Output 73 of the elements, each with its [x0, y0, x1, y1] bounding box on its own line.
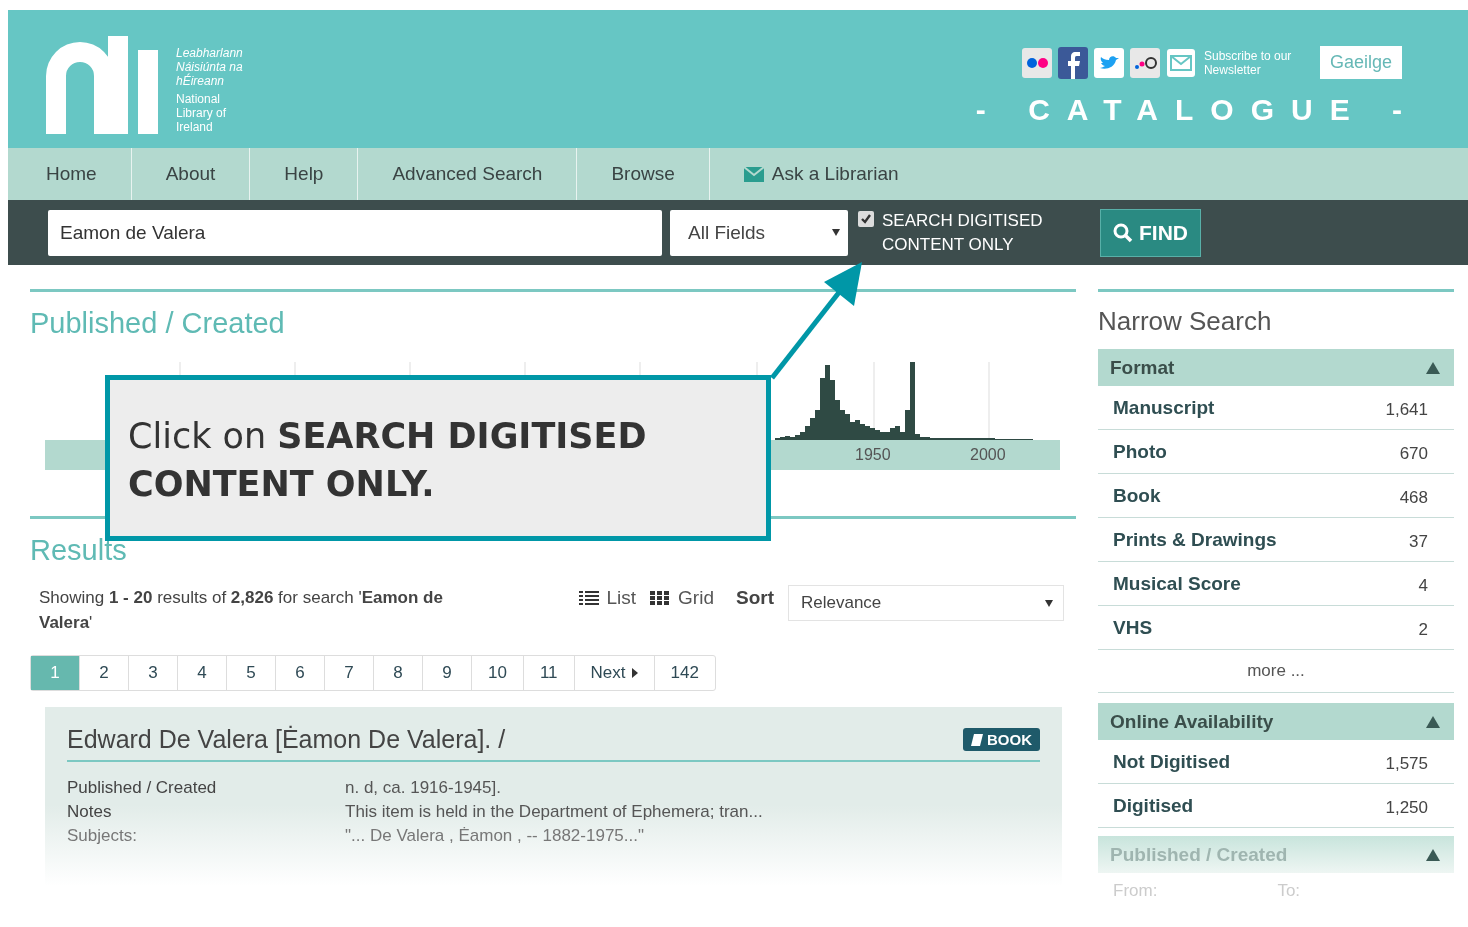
- facet-title[interactable]: Online Availability: [1110, 710, 1274, 733]
- facet-option-link[interactable]: Prints & Drawings: [1113, 528, 1277, 551]
- list-icon[interactable]: [578, 591, 599, 605]
- pagination-link[interactable]: 142: [654, 656, 715, 690]
- pagination-link[interactable]: 11: [523, 656, 575, 690]
- find-button[interactable]: FIND: [1100, 208, 1201, 257]
- caret-icon[interactable]: [1045, 599, 1053, 607]
- results-summary: Showing 1 - 20 results of 2,826 for search 'Eamon de Valera': [39, 587, 444, 634]
- facet-option-link[interactable]: Book: [1113, 484, 1161, 507]
- format-badge: BOOK: [963, 728, 1040, 751]
- field-value: This item is held in the Department of Ephemera; tran...: [345, 802, 764, 822]
- triangle-icon[interactable]: [631, 668, 638, 678]
- logo-english-text: National Library of Ireland: [176, 92, 228, 134]
- pagination-link[interactable]: 8: [374, 656, 423, 690]
- facet-option-link[interactable]: Not Digitised: [1113, 750, 1231, 773]
- facet-header[interactable]: Format: [1098, 349, 1454, 386]
- pagination-link[interactable]: 6: [276, 656, 325, 690]
- results-title: Results: [30, 533, 128, 567]
- digitised-checkbox[interactable]: [858, 210, 874, 227]
- facet-title[interactable]: Format: [1110, 356, 1175, 379]
- facet-count: 468: [1399, 486, 1428, 508]
- axis-label: 2000: [970, 446, 1006, 464]
- timeline-title: Published / Created: [30, 306, 286, 340]
- pagination-link[interactable]: 7: [325, 656, 374, 690]
- search-field[interactable]: Eamon de Valera: [48, 209, 662, 256]
- flickr-dots-icon[interactable]: [1021, 47, 1052, 78]
- caret-icon[interactable]: [832, 229, 840, 236]
- facet-option-link[interactable]: Manuscript: [1113, 396, 1215, 419]
- sort-select[interactable]: Relevance: [788, 585, 1064, 621]
- search-icon[interactable]: [1113, 222, 1133, 243]
- field-label: Notes: [67, 802, 113, 822]
- facet-count: 670: [1399, 442, 1428, 464]
- bird-icon[interactable]: [1093, 47, 1124, 78]
- field-label: Published / Created: [67, 778, 218, 798]
- pagination-link[interactable]: 9: [423, 656, 472, 690]
- pagination-link[interactable]: 5: [227, 656, 276, 690]
- facet-count: 2: [1418, 618, 1428, 640]
- view-option[interactable]: Grid: [650, 585, 714, 609]
- facet-count: 1,641: [1385, 398, 1428, 420]
- grid-icon[interactable]: [650, 591, 671, 605]
- digitised-label[interactable]: SEARCH DIGITISED CONTENT ONLY: [882, 208, 1068, 257]
- field-label: Subjects:: [67, 826, 138, 846]
- logo-irish-text: Leabharlann Náisiúnta na hÉireann: [176, 46, 244, 88]
- facet-option-link[interactable]: VHS: [1113, 616, 1153, 639]
- catalogue-title: - CATALOGUE -: [975, 93, 1419, 127]
- sort-label: Sort: [736, 586, 774, 609]
- axis-label: 1950: [855, 446, 891, 464]
- facebook-icon[interactable]: [1057, 46, 1088, 79]
- facet-option-link[interactable]: Musical Score: [1113, 572, 1241, 595]
- book-icon: [971, 733, 983, 746]
- facet-count: 1,575: [1385, 752, 1428, 774]
- facet-count: 1,250: [1385, 796, 1428, 818]
- facet-count: 4: [1418, 574, 1428, 596]
- record-title-link[interactable]: Edward De Valera [Ėamon De Valera]. /: [67, 725, 506, 754]
- facet-header[interactable]: Online Availability: [1098, 703, 1454, 740]
- pagination-link[interactable]: 2: [80, 656, 129, 690]
- nav-link[interactable]: Ask a Librarian: [709, 148, 933, 200]
- facet-count: 37: [1409, 530, 1428, 552]
- pagination-link[interactable]: 4: [178, 656, 227, 690]
- facet-option-link[interactable]: Photo: [1113, 440, 1167, 463]
- narrow-search-title: Narrow Search: [1098, 305, 1273, 338]
- dots-ring-icon[interactable]: [1129, 47, 1160, 78]
- pagination-link[interactable]: Next: [574, 656, 655, 690]
- field-value: "... De Valera , Ėamon , -- 1882-1975...": [345, 826, 645, 846]
- more-link[interactable]: more ...: [1247, 661, 1305, 681]
- pagination-link[interactable]: 3: [129, 656, 178, 690]
- callout-text: Click on SEARCH DIGITISED CONTENT ONLY.: [128, 415, 648, 506]
- field-select[interactable]: All Fields: [670, 209, 848, 256]
- pagination-link[interactable]: 10: [472, 656, 524, 690]
- view-option[interactable]: List: [578, 585, 637, 609]
- facet-option-link[interactable]: Digitised: [1113, 794, 1194, 817]
- triangle-icon[interactable]: [1426, 848, 1440, 861]
- field-value: n. d, ca. 1916-1945].: [345, 778, 502, 798]
